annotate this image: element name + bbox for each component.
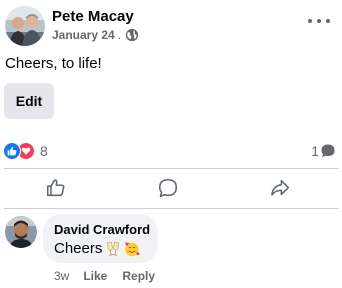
more-options-icon[interactable] bbox=[308, 14, 330, 28]
comment-time[interactable]: 3w bbox=[54, 269, 69, 283]
post-actions bbox=[0, 172, 342, 208]
globe-icon[interactable] bbox=[125, 28, 139, 42]
like-button[interactable] bbox=[6, 172, 106, 208]
author-name[interactable]: Pete Macay bbox=[52, 8, 134, 25]
facebook-post: Pete Macay January 24 . Cheers, to life!… bbox=[0, 0, 342, 288]
comments-count[interactable]: 1 bbox=[311, 141, 336, 161]
comment-bubble-icon bbox=[320, 143, 336, 159]
comments-count-number: 1 bbox=[311, 143, 319, 159]
share-icon bbox=[269, 177, 291, 204]
comment-like-link[interactable]: Like bbox=[83, 269, 107, 283]
comment-actions: 3w Like Reply bbox=[54, 269, 170, 283]
divider-top bbox=[4, 168, 338, 169]
smiling-face-with-hearts-emoji bbox=[124, 241, 140, 257]
commenter-avatar[interactable] bbox=[5, 216, 37, 248]
author-avatar[interactable] bbox=[5, 6, 45, 46]
edit-button[interactable]: Edit bbox=[4, 83, 54, 119]
comment-button[interactable] bbox=[118, 172, 218, 208]
meta-separator: . bbox=[117, 28, 122, 42]
commenter-name[interactable]: David Crawford bbox=[54, 222, 150, 237]
clinking-glasses-emoji bbox=[105, 241, 121, 257]
post-text: Cheers, to life! bbox=[5, 55, 102, 72]
comment-reply-link[interactable]: Reply bbox=[122, 269, 155, 283]
post-header: Pete Macay January 24 . bbox=[0, 0, 342, 50]
post-date[interactable]: January 24 bbox=[52, 28, 115, 42]
reaction-count: 8 bbox=[40, 143, 48, 159]
reactions-summary[interactable]: 8 bbox=[3, 141, 48, 161]
like-reaction-icon bbox=[3, 142, 21, 160]
comment-icon bbox=[157, 177, 179, 204]
commenter-avatar-image bbox=[5, 216, 37, 248]
divider-bottom bbox=[4, 208, 338, 209]
comment-bubble: David Crawford Cheers bbox=[43, 214, 158, 263]
share-button[interactable] bbox=[230, 172, 330, 208]
post-meta: January 24 . bbox=[52, 28, 139, 42]
comment-text-content: Cheers bbox=[54, 240, 103, 257]
like-icon bbox=[45, 177, 67, 204]
author-avatar-image bbox=[5, 6, 45, 46]
comment-text: Cheers bbox=[54, 240, 140, 257]
